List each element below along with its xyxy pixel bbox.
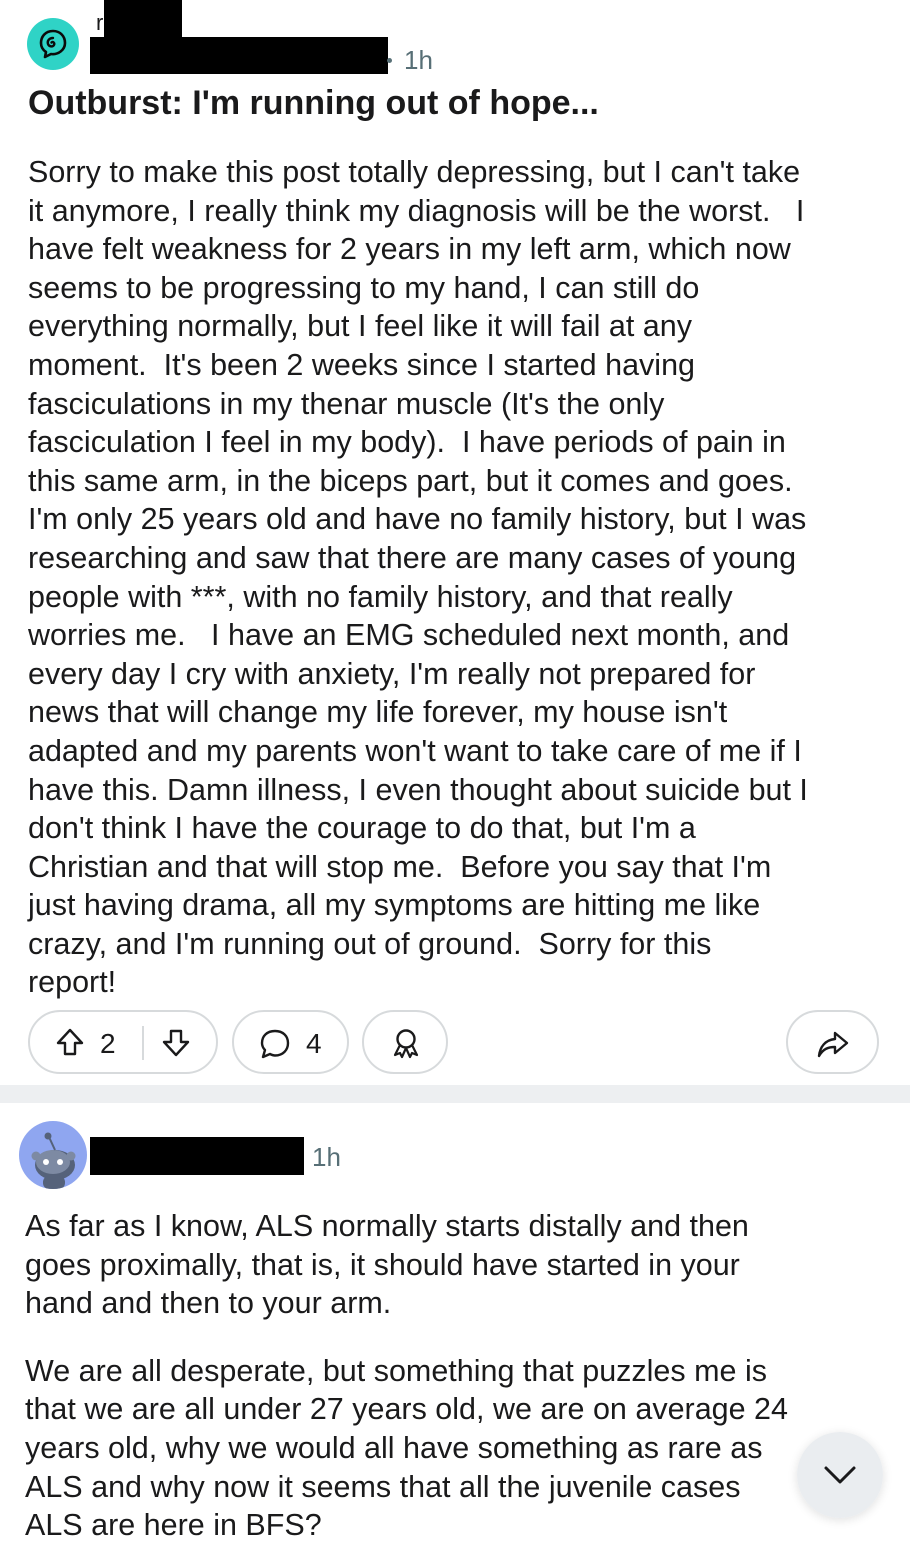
award-button[interactable] [362, 1010, 448, 1074]
downvote-button[interactable] [160, 1027, 192, 1059]
comments-button[interactable]: 4 [232, 1010, 349, 1074]
post-body-line: fasciculations in my thenar muscle (It's… [28, 386, 665, 421]
post-body-line: Sorry to make this post totally depressi… [28, 155, 801, 189]
redacted-community-name [104, 0, 182, 37]
share-icon [817, 1031, 849, 1058]
post-body-line: worries me. I have an EMG scheduled next… [28, 618, 790, 653]
comment-icon [260, 1029, 290, 1059]
post-body-line: this same arm, in the biceps part, but i… [28, 463, 793, 498]
comment-line: that we are all under 27 years old, we a… [25, 1392, 788, 1427]
comment-line: We are all desperate, but something that… [25, 1353, 767, 1388]
author-initial: r [96, 10, 104, 35]
post-body-line: fasciculation I feel in my body). I have… [28, 425, 786, 460]
vote-count: 2 [100, 1028, 116, 1059]
vote-pill: 2 [28, 1010, 218, 1074]
post-body-line: researching and saw that there are many … [28, 540, 797, 575]
post-body-line: don't think I have the courage to do tha… [28, 811, 696, 846]
comment-line: As far as I know, ALS normally starts di… [25, 1209, 749, 1243]
post-body-line: crazy, and I'm running out of ground. So… [28, 926, 712, 961]
post-body: Sorry to make this post totally depressi… [28, 153, 890, 1002]
comment-line: goes proximally, that is, it should have… [25, 1247, 740, 1282]
comment-line: years old, why we would all have somethi… [25, 1430, 763, 1465]
comment-line: ALS and why now it seems that all the ju… [25, 1469, 741, 1504]
comment-icon-wrap [258, 1027, 292, 1066]
community-avatar[interactable] [27, 18, 79, 70]
comment-line: ALS are here in BFS? [25, 1508, 322, 1543]
post-body-line: adapted and my parents won't want to tak… [28, 733, 802, 768]
post-title[interactable]: Outburst: I'm running out of hope... [28, 84, 599, 123]
comment-time: 1h [312, 1142, 341, 1172]
upvote-icon [56, 1028, 84, 1056]
post-body-line: every day I cry with anxiety, I'm really… [28, 656, 756, 691]
post-body-line: report! [28, 965, 117, 1000]
post-body-line: seems to be progressing to my hand, I ca… [28, 270, 700, 305]
chevron-down-icon [824, 1466, 856, 1484]
post-body-line: people with ***, with no family history,… [28, 579, 733, 614]
meta-dot [387, 58, 392, 63]
section-divider [0, 1085, 910, 1103]
vote-separator [142, 1026, 144, 1060]
post-body-line: moment. It's been 2 weeks since I starte… [28, 347, 695, 382]
upvote-button[interactable] [54, 1026, 86, 1058]
award-icon [393, 1029, 419, 1059]
post-body-line: Christian and that will stop me. Before … [28, 849, 772, 884]
post-body-line: have felt weakness for 2 years in my lef… [28, 232, 791, 267]
redacted-commenter-name [90, 1137, 304, 1175]
post-body-line: have this. Damn illness, I even thought … [28, 772, 808, 807]
community-icon [39, 29, 67, 59]
share-icon-wrap [816, 1027, 850, 1066]
comment-line: hand and then to your arm. [25, 1286, 392, 1321]
post-time: 1h [404, 45, 433, 75]
post-body-line: everything normally, but I feel like it … [28, 309, 692, 344]
post-body-line: just having drama, all my symptoms are h… [28, 888, 761, 923]
commenter-avatar[interactable] [19, 1121, 87, 1189]
award-icon-wrap [389, 1026, 423, 1065]
post-body-line: it anymore, I really think my diagnosis … [28, 193, 805, 228]
post-body-line: I'm only 25 years old and have no family… [28, 502, 807, 537]
share-button[interactable] [786, 1010, 879, 1074]
downvote-icon [162, 1029, 190, 1057]
post-body-line: news that will change my life forever, m… [28, 695, 728, 730]
comment-body: As far as I know, ALS normally starts di… [25, 1207, 885, 1545]
comment-count: 4 [306, 1028, 322, 1059]
scroll-down-button[interactable] [797, 1432, 883, 1518]
redacted-username [90, 37, 388, 74]
snoo-avatar-icon [31, 1132, 76, 1189]
